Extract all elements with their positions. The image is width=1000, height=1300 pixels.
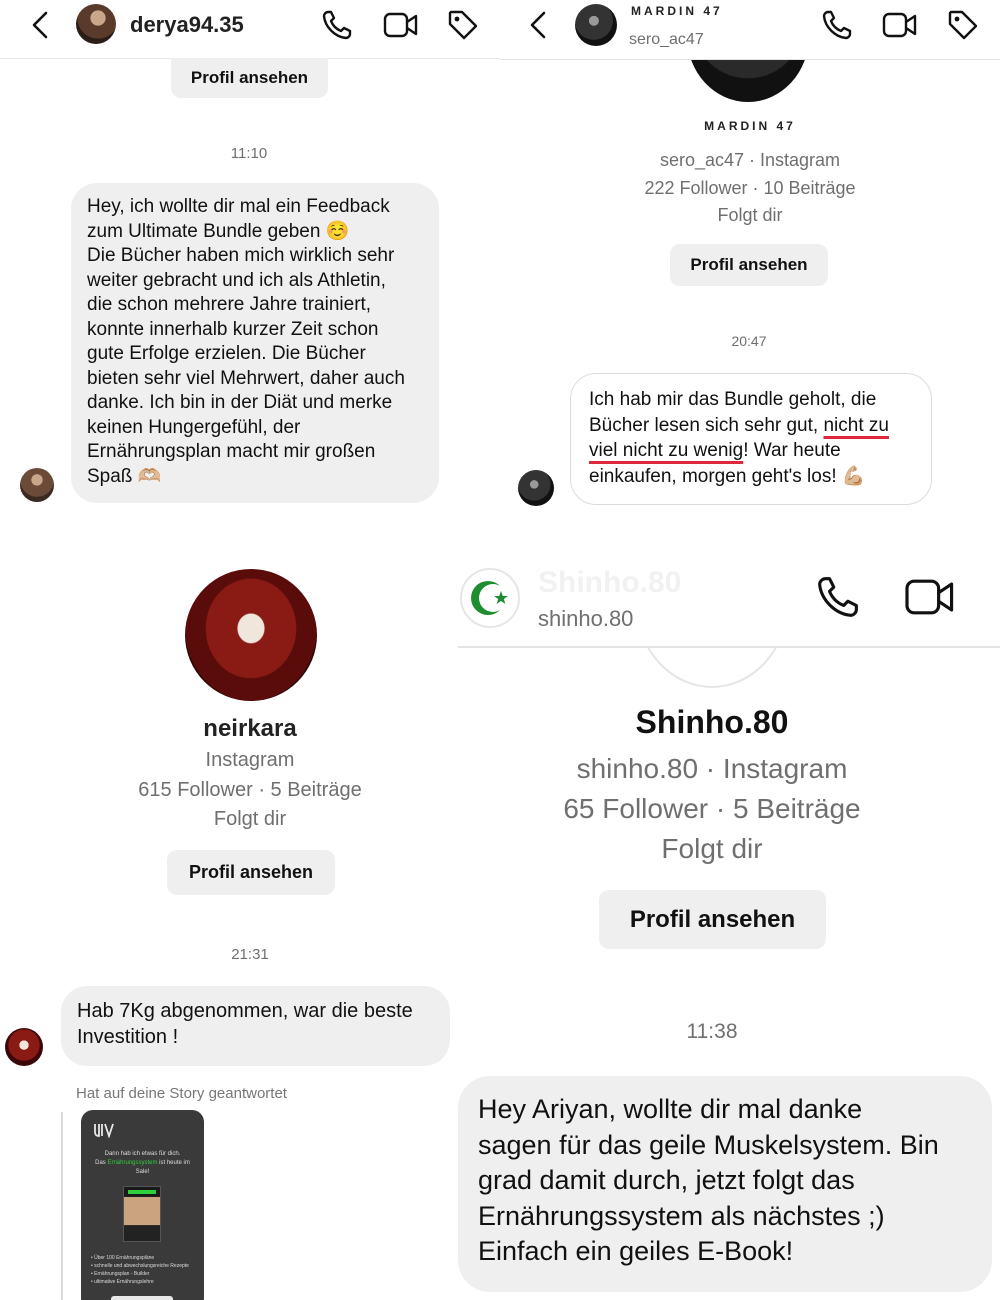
message-line: Ich hab mir das Bundle geholt, die xyxy=(589,389,877,410)
logo-icon xyxy=(93,1122,115,1141)
message-line: Hey, ich wollte dir mal ein Feedback xyxy=(87,196,390,217)
video-camera-icon[interactable] xyxy=(904,574,956,620)
message-line: konnte innerhalb kurzer Zeit schon xyxy=(87,318,379,340)
message-text: Bücher lesen sich sehr gut, xyxy=(589,414,824,436)
message-line: bieten sehr viel Mehrwert, daher auch xyxy=(87,367,405,389)
message-line: einkaufen, morgen geht's los! 💪🏼 xyxy=(589,465,866,487)
story-text: Sale! xyxy=(135,1169,150,1175)
message-line: Bücher lesen sich sehr gut, nicht zu xyxy=(589,413,913,439)
story-text-part: ist heute im xyxy=(157,1160,190,1166)
message-line: Investition ! xyxy=(77,1026,179,1048)
message-line: Spaß 🫶🏼 xyxy=(87,465,162,487)
chat-display-name[interactable]: MARDIN 47 xyxy=(631,4,723,18)
underlined-text: nicht zu xyxy=(823,414,889,436)
message-text: ! War heute xyxy=(743,440,841,461)
follows-you: Folgt dir xyxy=(661,833,763,864)
message-line: weiter gebracht und ich als Athletin, xyxy=(87,269,386,291)
story-text: Dann hab ich etwas für dich. xyxy=(104,1151,181,1157)
video-camera-icon[interactable] xyxy=(882,9,918,41)
timestamp: 21:31 xyxy=(231,946,269,963)
story-text-highlight: Ernährungssystem xyxy=(107,1160,158,1166)
chat-username[interactable]: sero_ac47 xyxy=(629,31,704,49)
message-line: Die Bücher haben mich wirklich sehr xyxy=(87,245,395,266)
story-text-part: Das xyxy=(95,1160,108,1166)
back-chevron-icon[interactable] xyxy=(524,10,552,40)
message-bubble[interactable]: Hey, ich wollte dir mal ein Feedback zum… xyxy=(71,183,439,503)
back-chevron-icon[interactable] xyxy=(26,10,54,40)
sender-avatar[interactable] xyxy=(5,1028,43,1066)
profile-button[interactable]: Profil ansehen xyxy=(171,58,328,98)
profile-stats: 615 Follower · 5 Beiträge xyxy=(138,779,362,801)
phone-icon[interactable] xyxy=(814,573,862,621)
profile-stats: 222 Follower · 10 Beiträge xyxy=(644,178,856,198)
profile-button[interactable]: Profil ansehen xyxy=(670,244,828,286)
message-line: Hab 7Kg abgenommen, war die beste xyxy=(77,1000,413,1022)
message-line: grad damit durch, jetzt folgt das xyxy=(478,1165,855,1195)
message-line: Ernährungsplan macht mir großen xyxy=(87,441,376,462)
message-line: zum Ultimate Bundle geben ☺️ xyxy=(87,220,350,242)
chat-panel-neirkara: neirkara Instagram 615 Follower · 5 Beit… xyxy=(0,540,458,1300)
tag-icon[interactable] xyxy=(946,8,980,42)
message-line: viel nicht zu wenig! War heute xyxy=(589,438,913,464)
chat-panel-mardin: MARDIN 47 sero_ac47 MARDIN 47 sero_ac47 … xyxy=(500,0,1000,540)
profile-button[interactable]: Profil ansehen xyxy=(599,890,826,949)
story-reply-label: Hat auf deine Story geantwortet xyxy=(76,1085,287,1102)
timestamp: 20:47 xyxy=(731,333,767,349)
underlined-text: viel nicht zu wenig xyxy=(589,440,744,461)
follows-you: Folgt dir xyxy=(717,205,783,225)
chat-username[interactable]: derya94.35 xyxy=(130,12,244,38)
message-line: Hey Ariyan, wollte dir mal danke xyxy=(478,1094,863,1124)
chat-display-name[interactable]: Shinho.80 xyxy=(538,566,681,600)
story-cta xyxy=(111,1296,173,1300)
message-bubble[interactable]: Hab 7Kg abgenommen, war die beste Invest… xyxy=(61,986,450,1066)
avatar[interactable] xyxy=(575,4,617,46)
timestamp: 11:10 xyxy=(230,145,268,162)
message-line: sagen für das geile Muskelsystem. Bin xyxy=(478,1129,939,1160)
chat-panel-derya: derya94.35 Profil ansehen 11:10 Hey, ich… xyxy=(0,0,500,530)
crescent-star-icon[interactable] xyxy=(460,568,520,628)
phone-icon[interactable] xyxy=(320,8,354,42)
message-line: gute Erfolge erzielen. Die Bücher xyxy=(87,343,366,364)
story-bullet: • schnelle und abwechslungsreiche Rezept… xyxy=(91,1263,189,1269)
story-bullet: • Über 100 Ernährungspläne xyxy=(91,1255,155,1261)
message-line: Einfach ein geiles E-Book! xyxy=(478,1236,794,1266)
tag-icon[interactable] xyxy=(446,8,480,42)
profile-meta: shinho.80 · Instagram xyxy=(576,753,848,784)
sender-avatar[interactable] xyxy=(20,468,54,502)
timestamp: 11:38 xyxy=(686,1020,738,1043)
profile-name: Shinho.80 xyxy=(635,704,789,740)
story-card[interactable]: Dann hab ich etwas für dich. Das Ernähru… xyxy=(81,1110,204,1300)
message-line: die schon mehrere Jahre trainiert, xyxy=(87,294,372,315)
message-line: keinen Hungergefühl, der xyxy=(87,416,301,438)
chat-panel-shinho: Shinho.80 shinho.80 Shinho.80 shinho.80 … xyxy=(458,548,1000,1300)
message-bubble[interactable]: Ich hab mir das Bundle geholt, die Büche… xyxy=(570,373,932,505)
ebook-cover xyxy=(123,1186,161,1242)
avatar[interactable] xyxy=(76,4,116,44)
profile-meta: sero_ac47 · Instagram xyxy=(659,150,841,170)
phone-icon[interactable] xyxy=(820,8,854,42)
reply-line xyxy=(61,1112,63,1300)
profile-name: neirkara xyxy=(203,715,297,742)
chat-username[interactable]: shinho.80 xyxy=(538,606,633,632)
follows-you: Folgt dir xyxy=(213,808,287,830)
profile-stats: 65 Follower · 5 Beiträge xyxy=(563,793,861,824)
story-bullet: • Ernährungsplan - Builder xyxy=(91,1271,150,1277)
sender-avatar[interactable] xyxy=(518,470,554,506)
story-text: Das Ernährungssystem ist heute im xyxy=(85,1160,200,1166)
message-line: Ernährungssystem als nächstes ;) xyxy=(478,1200,885,1231)
profile-picture[interactable] xyxy=(185,569,317,701)
profile-button[interactable]: Profil ansehen xyxy=(167,850,335,895)
profile-name: MARDIN 47 xyxy=(704,119,796,133)
profile-meta: Instagram xyxy=(205,749,295,771)
video-camera-icon[interactable] xyxy=(383,9,419,41)
message-bubble[interactable]: Hey Ariyan, wollte dir mal danke sagen f… xyxy=(458,1076,992,1292)
story-bullet: • ultimative Ernährungslehre xyxy=(91,1279,154,1285)
message-line: danke. Ich bin in der Diät und merke xyxy=(87,392,393,413)
